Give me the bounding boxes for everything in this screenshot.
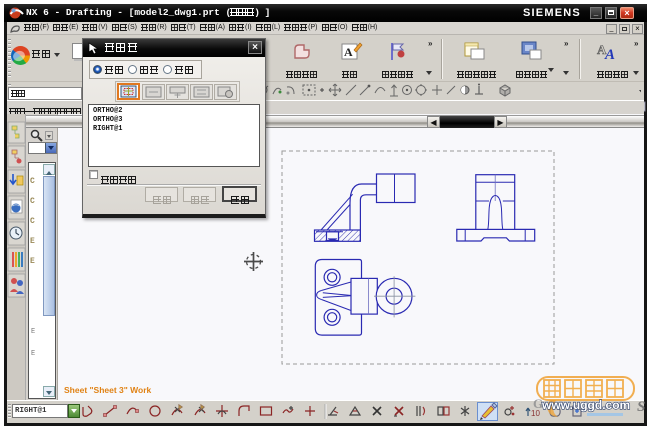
svg-text:A: A — [344, 45, 353, 59]
svg-text:A: A — [604, 47, 615, 62]
svg-text:10: 10 — [531, 409, 540, 418]
